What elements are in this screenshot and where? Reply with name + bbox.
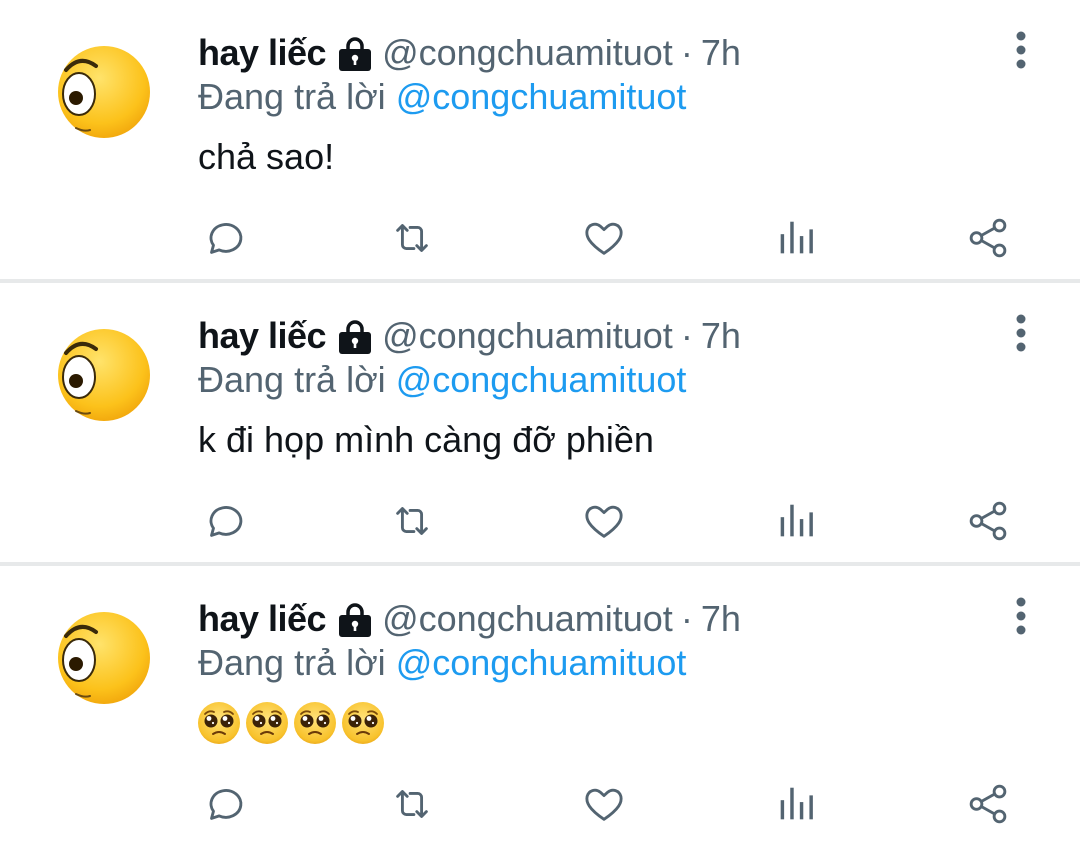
timestamp[interactable]: 7h: [701, 315, 741, 357]
like-button[interactable]: [578, 778, 630, 830]
lock-icon: [336, 37, 374, 73]
heart-icon: [585, 222, 623, 255]
separator-dot: ·: [680, 315, 693, 356]
tweet-text: k đi họp mình càng đỡ phiền: [198, 419, 654, 460]
reply-icon: [209, 506, 243, 537]
timestamp[interactable]: 7h: [701, 32, 741, 74]
tweet[interactable]: hay liếc @congchuamituot · 7h Đang trả l…: [0, 566, 1080, 846]
display-name[interactable]: hay liếc: [198, 32, 327, 74]
more-vertical-icon: [1016, 314, 1026, 352]
replying-to-handle-link[interactable]: @congchuamituot: [396, 359, 687, 400]
reply-button[interactable]: [198, 778, 250, 830]
separator-dot: ·: [680, 598, 693, 639]
tweet-header: hay liếc @congchuamituot · 7h: [198, 311, 741, 361]
replying-to-handle-link[interactable]: @congchuamituot: [396, 642, 687, 683]
tweet[interactable]: hay liếc @congchuamituot · 7h Đang trả l…: [0, 0, 1080, 283]
replying-to-line: Đang trả lời @congchuamituot: [198, 359, 686, 401]
display-name[interactable]: hay liếc: [198, 315, 327, 357]
share-icon: [969, 218, 1007, 258]
retweet-button[interactable]: [386, 495, 438, 547]
analytics-icon: [780, 504, 813, 537]
separator-dot: ·: [680, 32, 693, 73]
replying-to-label: Đang trả lời: [198, 359, 386, 400]
timestamp[interactable]: 7h: [701, 598, 741, 640]
retweet-icon: [396, 224, 428, 252]
analytics-icon: [780, 221, 813, 254]
replying-to-line: Đang trả lời @congchuamituot: [198, 642, 686, 684]
side-eye-emoji-avatar-icon: [58, 612, 150, 704]
more-options-button[interactable]: [1005, 313, 1037, 353]
tweet-header: hay liếc @congchuamituot · 7h: [198, 28, 741, 78]
replying-to-label: Đang trả lời: [198, 642, 386, 683]
analytics-button[interactable]: [770, 212, 822, 264]
more-vertical-icon: [1016, 31, 1026, 69]
reply-button[interactable]: [198, 212, 250, 264]
tweet-actions: [0, 212, 1080, 268]
reply-button[interactable]: [198, 495, 250, 547]
share-icon: [969, 501, 1007, 541]
side-eye-emoji-avatar-icon: [58, 329, 150, 421]
like-button[interactable]: [578, 495, 630, 547]
retweet-button[interactable]: [386, 212, 438, 264]
replying-to-label: Đang trả lời: [198, 76, 386, 117]
tweet-actions: [0, 495, 1080, 551]
lock-icon: [336, 320, 374, 356]
share-button[interactable]: [962, 778, 1014, 830]
reply-icon: [209, 789, 243, 820]
tweet-feed: hay liếc @congchuamituot · 7h Đang trả l…: [0, 0, 1080, 846]
avatar[interactable]: [50, 40, 154, 144]
replying-to-handle-link[interactable]: @congchuamituot: [396, 76, 687, 117]
tweet-text: [196, 700, 386, 746]
more-options-button[interactable]: [1005, 596, 1037, 636]
tweet-actions: [0, 778, 1080, 834]
heart-icon: [585, 505, 623, 538]
analytics-button[interactable]: [770, 495, 822, 547]
share-button[interactable]: [962, 212, 1014, 264]
avatar[interactable]: [50, 606, 154, 710]
heart-icon: [585, 788, 623, 821]
display-name[interactable]: hay liếc: [198, 598, 327, 640]
user-handle[interactable]: @congchuamituot: [382, 32, 673, 74]
pleading-face-emoji-icon: [342, 702, 384, 744]
analytics-icon: [780, 787, 813, 820]
share-icon: [969, 784, 1007, 824]
side-eye-emoji-avatar-icon: [58, 46, 150, 138]
pleading-face-emoji-icon: [294, 702, 336, 744]
tweet-text: chả sao!: [198, 136, 335, 177]
tweet-header: hay liếc @congchuamituot · 7h: [198, 594, 741, 644]
share-button[interactable]: [962, 495, 1014, 547]
reply-icon: [209, 223, 243, 254]
analytics-button[interactable]: [770, 778, 822, 830]
like-button[interactable]: [578, 212, 630, 264]
more-options-button[interactable]: [1005, 30, 1037, 70]
retweet-button[interactable]: [386, 778, 438, 830]
replying-to-line: Đang trả lời @congchuamituot: [198, 76, 686, 118]
avatar[interactable]: [50, 323, 154, 427]
user-handle[interactable]: @congchuamituot: [382, 315, 673, 357]
more-vertical-icon: [1016, 597, 1026, 635]
retweet-icon: [396, 507, 428, 535]
pleading-face-emoji-icon: [198, 702, 240, 744]
tweet[interactable]: hay liếc @congchuamituot · 7h Đang trả l…: [0, 283, 1080, 566]
lock-icon: [336, 603, 374, 639]
retweet-icon: [396, 790, 428, 818]
pleading-face-emoji-icon: [246, 702, 288, 744]
user-handle[interactable]: @congchuamituot: [382, 598, 673, 640]
